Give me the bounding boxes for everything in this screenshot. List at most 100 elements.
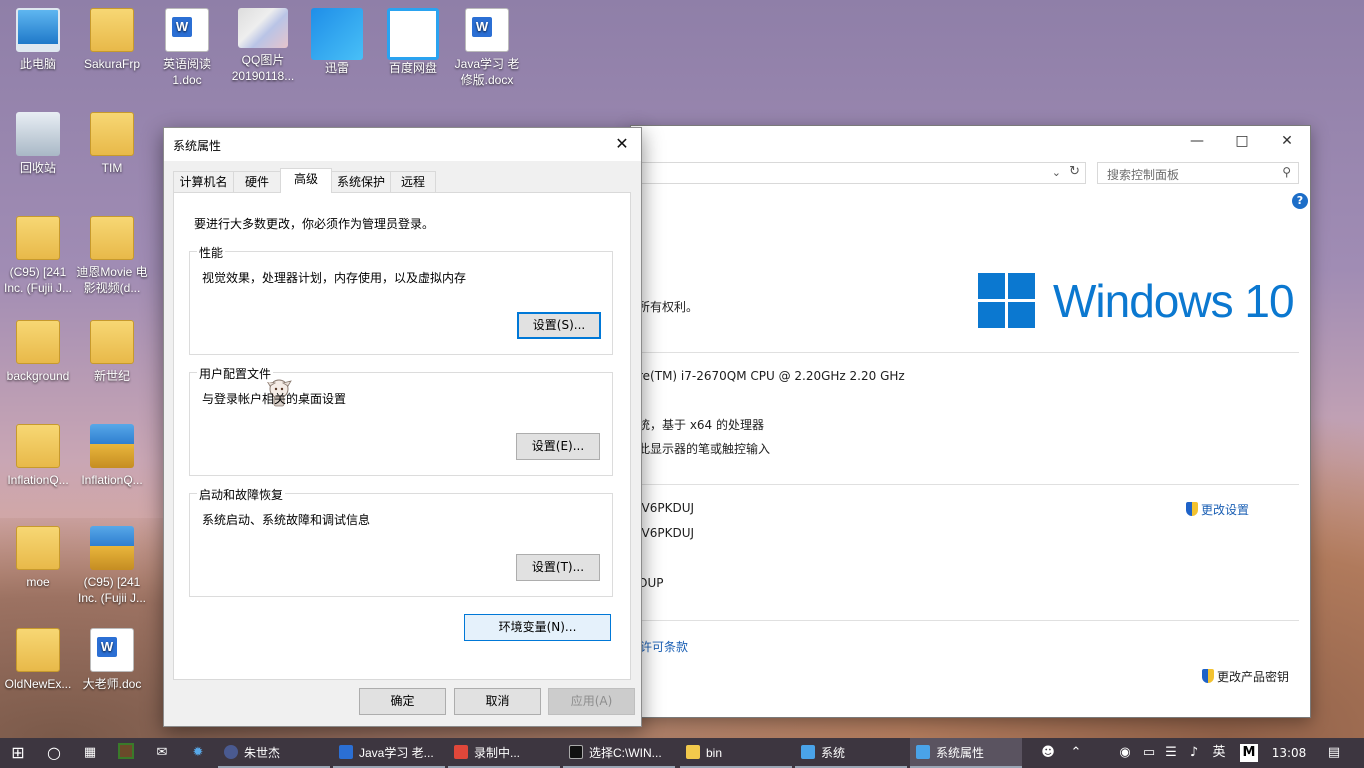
tab-computer-name[interactable]: 计算机名 <box>173 171 234 192</box>
clock[interactable]: 13:08 <box>1266 738 1312 768</box>
desktop-icon-label: background <box>6 369 70 383</box>
task-view-icon[interactable]: ▦ <box>72 738 108 768</box>
desktop-icon-inflation-folder[interactable]: InflationQ... <box>2 424 74 488</box>
desktop-icon-c95-zip[interactable]: (C95) [241 Inc. (Fujii J... <box>76 526 148 606</box>
desktop-icon-background[interactable]: background <box>2 320 74 384</box>
taskbar-item-label: Java学习 老... <box>359 746 434 760</box>
search-input[interactable]: 搜索控制面板 ⚲ <box>1097 162 1299 184</box>
folder-icon <box>90 112 134 156</box>
cortana-circle-icon[interactable]: ○ <box>36 738 72 768</box>
ime-language-indicator[interactable]: 英 <box>1208 738 1230 768</box>
taskbar-item-qq-chat[interactable]: 朱世杰 <box>218 738 330 768</box>
desktop-icon-this-pc[interactable]: 此电脑 <box>2 8 74 72</box>
full-computer-name-value: JV6PKDUJ <box>638 526 695 540</box>
battery-icon[interactable]: ▭ <box>1138 738 1160 768</box>
refresh-icon[interactable]: ↻ <box>1069 164 1080 179</box>
minimize-button[interactable]: — <box>1174 130 1220 152</box>
desktop-icon-label: 回收站 <box>19 161 56 175</box>
ime-mode-indicator[interactable]: M <box>1238 738 1260 768</box>
startup-recovery-label: 启动和故障恢复 <box>197 486 286 503</box>
license-terms-link[interactable]: 许可条款 <box>640 638 688 655</box>
desktop-icon-label: OldNewEx... <box>4 677 72 691</box>
taskbar: ⊞ ○ ▦ ✉ ✹ 朱世杰 Java学习 老... 录制中... 选择C:\WI… <box>0 738 1364 768</box>
change-product-key-link[interactable]: 更改产品密钥 <box>1202 668 1289 685</box>
desktop-icon-dalaoshi-doc[interactable]: 大老师.doc <box>76 628 148 692</box>
copyright-text: 所有权利。 <box>638 300 699 314</box>
word-doc-icon <box>90 628 134 672</box>
desktop-icon-oldnewex[interactable]: OldNewEx... <box>2 628 74 692</box>
startup-recovery-settings-button[interactable]: 设置(T)... <box>516 554 600 581</box>
desktop-icon-xinshiji[interactable]: 新世纪 <box>76 320 148 384</box>
volume-icon[interactable]: ♪ <box>1182 738 1206 768</box>
desktop-icon-sakurafrp[interactable]: SakuraFrp <box>76 8 148 72</box>
mail-icon[interactable]: ✉ <box>144 738 180 768</box>
dialog-titlebar: 系统属性 ✕ <box>164 128 641 161</box>
cancel-button[interactable]: 取消 <box>454 688 541 715</box>
shield-icon <box>1202 669 1214 683</box>
desktop-icon-java-doc[interactable]: Java学习 老 修版.docx <box>451 8 523 88</box>
desktop-icon-label: 百度网盘 <box>388 61 437 75</box>
taskbar-item-word[interactable]: Java学习 老... <box>333 738 445 768</box>
taskbar-item-system-properties[interactable]: 系统属性 <box>910 738 1022 768</box>
apply-button[interactable]: 应用(A) <box>548 688 635 715</box>
image-icon <box>238 8 288 48</box>
desktop-icon-baidu-netdisk[interactable]: 百度网盘 <box>377 8 449 76</box>
search-icon[interactable]: ⚲ <box>1282 165 1291 179</box>
address-bar[interactable]: ⌄ ↻ <box>631 162 1086 184</box>
desktop-icon-label: (C95) [241 Inc. (Fujii J... <box>77 575 146 605</box>
chevron-up-icon[interactable]: ⌃ <box>1064 738 1088 768</box>
performance-settings-button[interactable]: 设置(S)... <box>517 312 601 339</box>
windows-logo-icon <box>978 273 1036 329</box>
help-icon[interactable]: ? <box>1292 193 1308 209</box>
tab-hardware[interactable]: 硬件 <box>233 171 281 192</box>
divider <box>631 484 1299 485</box>
folder-icon <box>90 320 134 364</box>
taskbar-item-cmd[interactable]: 选择C:\WIN... <box>563 738 675 768</box>
change-settings-link[interactable]: 更改设置 <box>1186 501 1249 518</box>
desktop-icon-label: QQ图片20190118... <box>231 53 295 83</box>
folder-icon <box>16 320 60 364</box>
desktop-icon-moe[interactable]: moe <box>2 526 74 590</box>
user-profiles-settings-button[interactable]: 设置(E)... <box>516 433 600 460</box>
desktop-icon-qq-image[interactable]: QQ图片20190118... <box>226 8 300 84</box>
search-placeholder: 搜索控制面板 <box>1107 168 1180 182</box>
desktop-icon-recycle-bin[interactable]: 回收站 <box>2 112 74 176</box>
taskbar-item-system[interactable]: 系统 <box>795 738 907 768</box>
folder-icon <box>16 628 60 672</box>
desktop-icon-english-doc[interactable]: 英语阅读1.doc <box>151 8 223 88</box>
ok-button[interactable]: 确定 <box>359 688 446 715</box>
user-profiles-label: 用户配置文件 <box>197 365 274 382</box>
network-icon[interactable]: ☰ <box>1160 738 1182 768</box>
shield-icon <box>1186 502 1198 516</box>
maximize-button[interactable]: □ <box>1219 130 1265 152</box>
folder-icon <box>16 424 60 468</box>
desktop-icon-movie-folder[interactable]: 迪恩Movie 电影视频(d... <box>76 216 148 296</box>
minecraft-app-icon[interactable] <box>108 738 144 768</box>
start-windows-icon[interactable]: ⊞ <box>0 738 36 768</box>
tab-advanced[interactable]: 高级 <box>280 168 332 193</box>
tray-app-icon[interactable]: ◉ <box>1114 738 1136 768</box>
pen-touch-value: 此显示器的笔或触控输入 <box>638 442 771 456</box>
startup-recovery-desc: 系统启动、系统故障和调试信息 <box>202 513 371 527</box>
taskbar-item-label: 选择C:\WIN... <box>589 746 662 760</box>
desktop-icon-c95-folder[interactable]: (C95) [241 Inc. (Fujii J... <box>2 216 74 296</box>
taskbar-item-label: 系统 <box>821 746 846 760</box>
action-center-icon[interactable]: ▤ <box>1322 738 1346 768</box>
folder-icon <box>90 216 134 260</box>
environment-variables-button[interactable]: 环境变量(N)... <box>464 614 611 641</box>
desktop-icon-inflation-zip[interactable]: InflationQ... <box>76 424 148 488</box>
close-button[interactable]: ✕ <box>1264 130 1310 152</box>
qq-browser-icon[interactable]: ✹ <box>180 738 216 768</box>
tab-system-protection[interactable]: 系统保护 <box>331 171 391 192</box>
desktop-icon-label: 迪恩Movie 电影视频(d... <box>76 265 148 295</box>
taskbar-item-bin-folder[interactable]: bin <box>680 738 792 768</box>
people-icon[interactable]: ☻ <box>1036 738 1060 768</box>
desktop-icon-tim[interactable]: TIM <box>76 112 148 176</box>
chevron-down-icon[interactable]: ⌄ <box>1052 166 1061 179</box>
taskbar-item-recorder[interactable]: 录制中... <box>448 738 560 768</box>
desktop-icon-xunlei[interactable]: 迅雷 <box>301 8 373 76</box>
tab-remote[interactable]: 远程 <box>390 171 436 192</box>
pc-icon <box>16 8 60 52</box>
change-settings-label: 更改设置 <box>1201 503 1250 517</box>
close-icon[interactable]: ✕ <box>611 133 633 155</box>
